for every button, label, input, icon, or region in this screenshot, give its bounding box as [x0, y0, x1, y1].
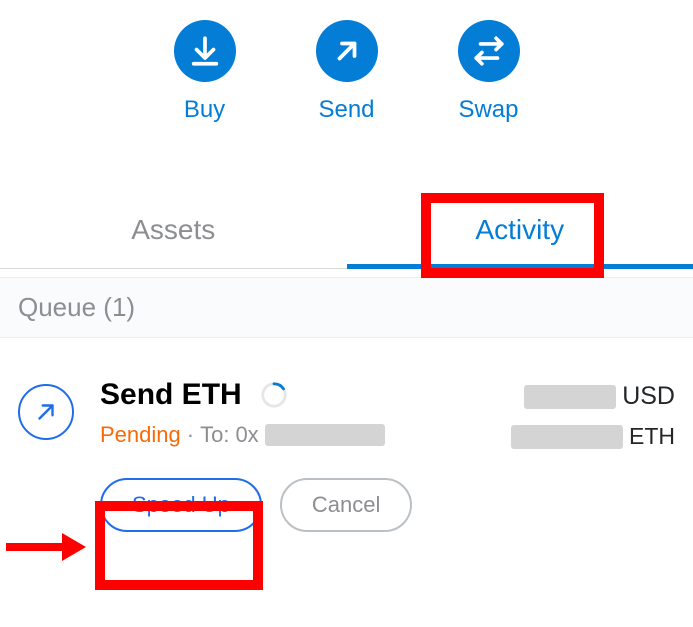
queue-header: Queue (1) — [0, 277, 693, 338]
tab-assets[interactable]: Assets — [0, 194, 347, 268]
fiat-currency: USD — [622, 382, 675, 411]
tab-assets-label: Assets — [131, 214, 215, 245]
tabs: Assets Activity — [0, 194, 693, 269]
tx-separator: · — [187, 422, 194, 448]
tx-direction-icon — [18, 384, 74, 440]
tx-to-prefix: 0x — [235, 422, 258, 448]
swap-label: Swap — [458, 96, 518, 124]
tab-activity-label: Activity — [475, 214, 564, 245]
tx-amounts: USD ETH — [511, 382, 675, 450]
tab-activity[interactable]: Activity — [347, 194, 693, 268]
cancel-button[interactable]: Cancel — [280, 478, 412, 532]
tx-details: Send ETH Pending · To: 0x — [100, 378, 511, 448]
buy-label: Buy — [184, 96, 225, 124]
fiat-value-redacted — [524, 385, 616, 409]
send-button[interactable]: Send — [316, 20, 378, 124]
download-icon — [174, 20, 236, 82]
asset-value-redacted — [511, 425, 623, 449]
swap-icon — [458, 20, 520, 82]
swap-button[interactable]: Swap — [458, 20, 520, 124]
quick-actions: Buy Send Swap — [0, 0, 693, 152]
tx-actions: Speed Up Cancel — [100, 478, 693, 532]
send-label: Send — [318, 96, 374, 124]
tx-title: Send ETH — [100, 378, 242, 412]
cancel-label: Cancel — [312, 492, 380, 517]
asset-currency: ETH — [629, 423, 675, 450]
tx-address-redacted — [265, 424, 385, 446]
annotation-arrow-icon — [6, 533, 86, 561]
queue-label: Queue (1) — [18, 292, 135, 322]
speed-up-label: Speed Up — [132, 492, 230, 517]
arrow-up-right-icon — [316, 20, 378, 82]
tx-to-label: To: — [200, 422, 229, 448]
buy-button[interactable]: Buy — [174, 20, 236, 124]
transaction-row[interactable]: Send ETH Pending · To: 0x USD ETH — [0, 338, 693, 450]
spinner-icon — [260, 381, 288, 409]
tx-status: Pending — [100, 422, 181, 448]
speed-up-button[interactable]: Speed Up — [100, 478, 262, 532]
